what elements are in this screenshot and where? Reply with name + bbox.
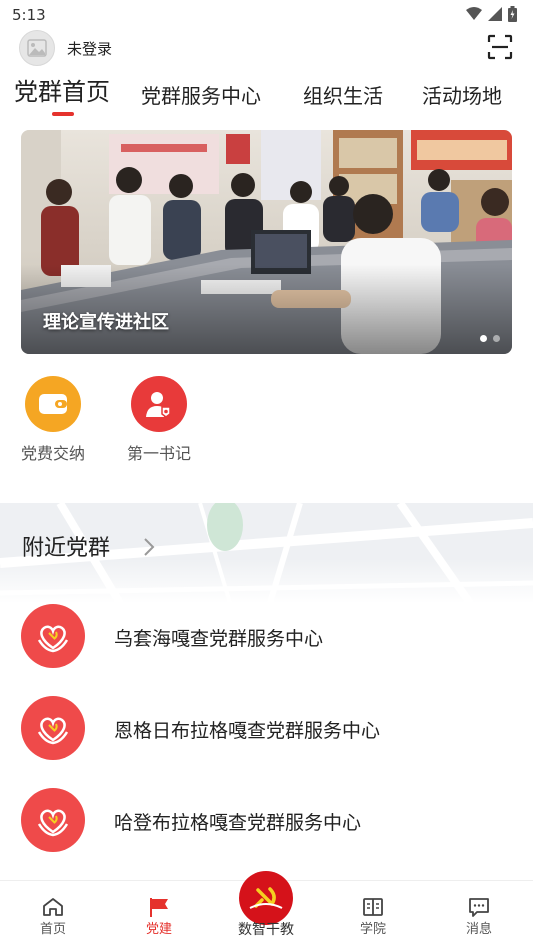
- quick-action-label: 第一书记: [126, 444, 191, 463]
- quick-action-party-fee[interactable]: 党费交纳: [13, 376, 93, 464]
- banner-carousel[interactable]: 理论宣传进社区: [21, 130, 512, 354]
- nearby-title[interactable]: 附近党群: [22, 530, 110, 562]
- nav-label: 数智干教: [238, 922, 294, 938]
- party-service-icon: [21, 696, 85, 760]
- wallet-icon: [25, 376, 81, 432]
- party-service-icon: [21, 788, 85, 852]
- wifi-icon: [466, 7, 482, 20]
- nav-label: 学院: [359, 922, 386, 937]
- nav-academy[interactable]: 学院: [343, 897, 403, 937]
- tab-venues[interactable]: 活动场地: [422, 80, 502, 109]
- avatar[interactable]: [19, 30, 55, 66]
- status-icons: [466, 6, 517, 22]
- nav-label: 消息: [465, 922, 492, 937]
- quick-action-label: 党费交纳: [20, 444, 85, 463]
- quick-action-first-secretary[interactable]: 第一书记: [119, 376, 199, 464]
- service-center-name: 哈登布拉格嘎查党群服务中心: [114, 812, 362, 834]
- nav-party-building[interactable]: 党建: [129, 897, 189, 937]
- service-center-name: 恩格日布拉格嘎查党群服务中心: [114, 720, 381, 742]
- battery-icon: [508, 6, 517, 22]
- login-status[interactable]: 未登录: [67, 38, 112, 59]
- scan-icon[interactable]: [487, 34, 513, 60]
- top-tabs: 党群首页 党群服务中心 组织生活 活动场地: [0, 74, 533, 120]
- list-item[interactable]: 乌套海嘎查党群服务中心: [0, 604, 533, 674]
- nav-label: 党建: [145, 922, 172, 937]
- tab-org-life[interactable]: 组织生活: [303, 80, 383, 109]
- party-service-icon: [21, 604, 85, 668]
- nav-label: 首页: [39, 922, 66, 937]
- chevron-right-icon[interactable]: [142, 537, 156, 557]
- signal-icon: [488, 7, 502, 21]
- book-icon: [363, 898, 383, 916]
- bottom-nav: 首页 党建 数智干教 学院 消息: [0, 871, 533, 948]
- secretary-icon: [131, 376, 187, 432]
- tab-party-home[interactable]: 党群首页: [14, 72, 110, 107]
- carousel-dot: [480, 335, 487, 342]
- carousel-dot: [493, 335, 500, 342]
- image-placeholder-icon: [27, 39, 47, 57]
- message-icon: [469, 898, 489, 917]
- tab-service-center[interactable]: 党群服务中心: [141, 80, 261, 109]
- status-bar: 5:13: [0, 0, 533, 28]
- carousel-indicator: [480, 335, 500, 342]
- list-item[interactable]: 哈登布拉格嘎查党群服务中心: [0, 788, 533, 858]
- user-row: 未登录: [0, 28, 533, 68]
- party-emblem-icon: [239, 871, 293, 925]
- nav-home[interactable]: 首页: [23, 897, 83, 937]
- nav-messages[interactable]: 消息: [449, 897, 509, 937]
- nav-digital-education[interactable]: 数智干教: [238, 871, 294, 945]
- flag-icon: [150, 898, 168, 917]
- home-icon: [43, 898, 63, 916]
- list-item[interactable]: 恩格日布拉格嘎查党群服务中心: [0, 696, 533, 766]
- banner-caption: 理论宣传进社区: [43, 312, 169, 333]
- tab-active-indicator: [52, 112, 74, 116]
- status-time: 5:13: [12, 6, 46, 24]
- service-center-name: 乌套海嘎查党群服务中心: [114, 628, 324, 650]
